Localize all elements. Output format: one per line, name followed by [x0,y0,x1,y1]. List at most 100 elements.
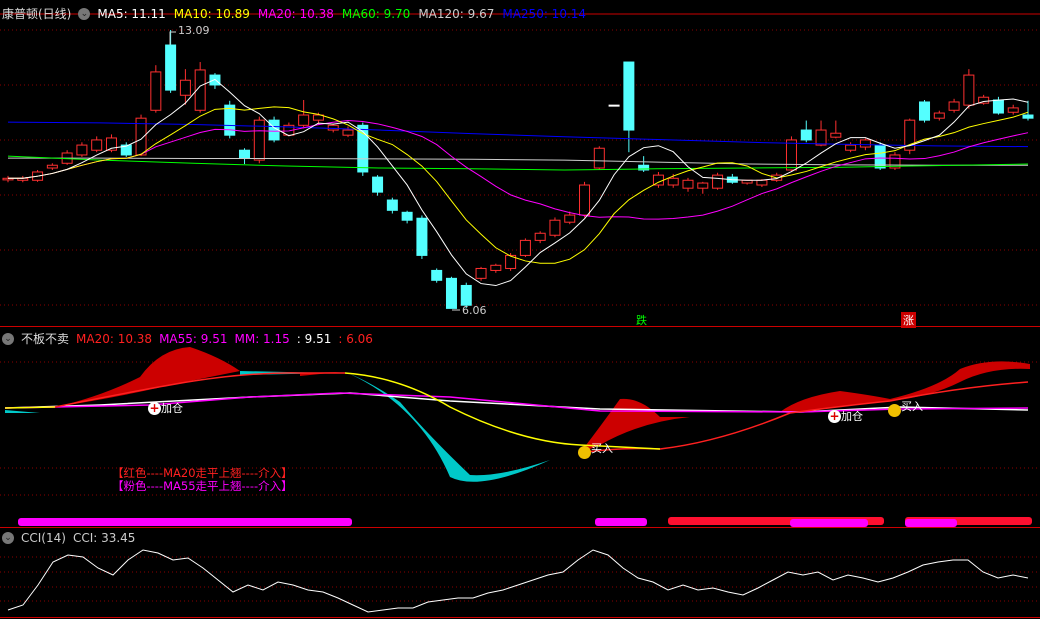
cci-title: CCI(14) [21,531,66,545]
candle [386,199,398,211]
candle [815,129,827,146]
candle [239,149,251,159]
cci-chart [0,549,1040,613]
ma20-line [54,372,1029,454]
candle [490,264,502,271]
candle [475,267,487,279]
fall-signal: 跌 [636,314,647,327]
candle [652,174,664,186]
cci-header: ⌄ CCI(14) CCI: 33.45 [2,531,135,545]
add-position-signal-2: + 加仓 [828,408,863,423]
candle [697,182,709,189]
ma-legend-item: MA20: 10.38 [257,6,334,21]
candle [564,214,576,223]
plus-circle-icon: + [148,400,161,415]
candle [534,232,546,241]
low-price-label: 6.06 [462,304,487,317]
candle [593,147,605,169]
candle [357,124,369,173]
indicator-legend-item: MA55: 9.51 [159,331,228,346]
candle [712,174,724,189]
plus-circle-icon: + [828,408,841,423]
candle [919,101,931,121]
indicator-legend-item: MA20: 10.38 [76,331,153,346]
price-header: 康普顿(日线) ⌄ MA5: 11.11 MA10: 10.89 MA20: 10.… [2,5,586,22]
yellow-line [4,372,661,450]
indicator-legend-item: MM: 1.15 [234,331,290,346]
candle [76,144,88,156]
signal-bar [905,519,957,527]
ma250-line [7,121,1029,148]
indicator-legend-item: : 6.06 [338,331,373,346]
candle [416,217,428,256]
indicator-legend-item: : 9.51 [296,331,332,346]
price-panel[interactable]: 康普顿(日线) ⌄ MA5: 11.11 MA10: 10.89 MA20: 10.… [0,0,1040,328]
chevron-down-icon[interactable]: ⌄ [2,332,14,345]
candle [608,104,620,107]
candle [401,211,413,221]
chevron-down-icon[interactable]: ⌄ [78,7,91,20]
candle [948,101,960,111]
candle [372,176,384,193]
smiley-icon [888,404,901,417]
candle [327,124,339,131]
candle [46,164,58,169]
candle [830,132,842,138]
panel-divider [0,617,1040,618]
ma-legend-item: MA250: 10.14 [502,6,587,21]
candlestick-chart[interactable] [0,0,1040,325]
candle [519,239,531,256]
candle [682,179,694,189]
add-position-signal-1: + 加仓 [148,400,183,415]
candle [298,114,310,126]
candle [431,269,443,281]
candle [150,71,162,111]
candle [179,79,191,96]
candle [933,112,945,119]
ma10-line [8,106,1029,264]
cci-panel[interactable]: ⌄ CCI(14) CCI: 33.45 [0,528,1040,619]
smiley-icon [578,446,591,459]
candle [756,179,768,186]
stock-title: 康普顿(日线) [2,7,72,21]
ma-legend-item: MA10: 10.89 [173,6,250,21]
signal-bar [595,518,647,526]
buy-signal-2: 买入 [888,398,923,417]
buy-signal-1: 买入 [578,440,613,459]
candle [1022,114,1034,119]
candle [549,219,561,236]
signal-bar [790,519,868,527]
candle [445,277,457,309]
high-price-label: 13.09 [178,24,210,37]
candle [224,104,236,136]
rise-signal: 涨 [901,312,916,328]
candle [963,74,975,106]
candle [460,284,472,306]
candle [342,129,354,136]
candle [859,139,871,148]
ma-legend: MA5: 11.11 MA10: 10.89 MA20: 10.38 MA60: 9.… [97,7,586,21]
candle [623,61,635,131]
chevron-down-icon[interactable]: ⌄ [2,532,14,544]
candle [91,139,103,151]
candle [667,177,679,186]
candle [845,144,857,151]
candle [992,99,1004,114]
ma-legend-item: MA120: 9.67 [418,6,495,21]
candle [785,139,797,171]
candle [165,44,177,91]
ma-legend-item: MA5: 11.11 [97,6,166,21]
candle [1007,107,1019,113]
indicator-legend: MA20: 10.38 MA55: 9.51 MM: 1.15 : 9.51 : 6.0… [76,332,373,346]
indicator-chart [0,347,1040,496]
cci-line [7,549,1029,613]
signal-bar [18,518,352,526]
legend-note-pink: 【粉色----MA55走平上翘----介入】 [112,479,293,493]
cci-value: CCI: 33.45 [72,531,136,545]
ma-legend-item: MA60: 9.70 [341,6,411,21]
candle [800,129,812,141]
indicator-header: ⌄ 不板不卖 MA20: 10.38 MA55: 9.51 MM: 1.15 : 9.… [2,330,373,347]
indicator-panel[interactable]: ⌄ 不板不卖 MA20: 10.38 MA55: 9.51 MM: 1.15 : 9.… [0,327,1040,527]
candle [579,184,591,216]
indicator-title: 不板不卖 [21,332,70,346]
